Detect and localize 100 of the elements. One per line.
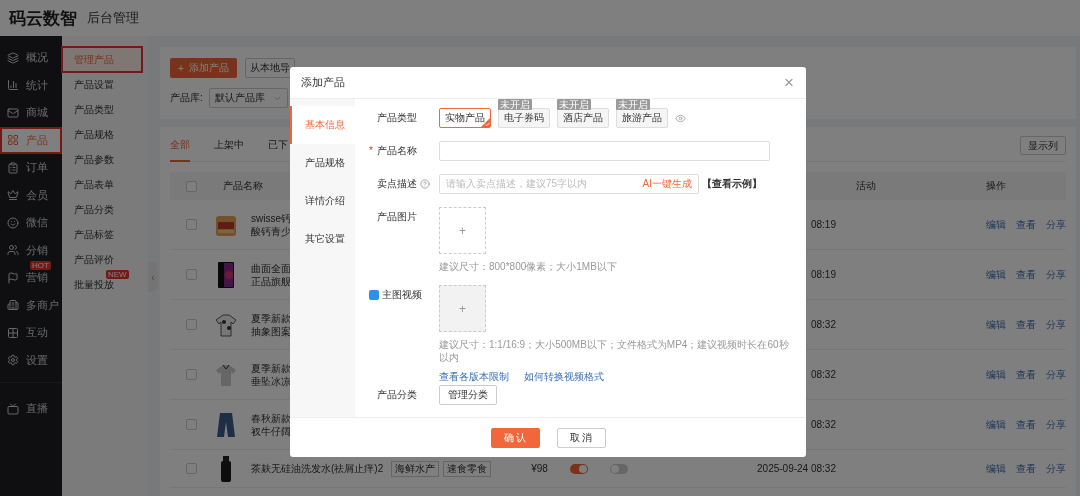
confirm-button[interactable]: 确 认 (490, 427, 540, 448)
library-select[interactable]: 默认产品库 (208, 88, 288, 108)
action-link[interactable]: 编辑 (986, 461, 1006, 476)
eye-icon[interactable] (675, 113, 686, 124)
subnav-label: 批量投放 (74, 277, 114, 292)
section-tab[interactable]: 产品规格 (290, 144, 355, 182)
action-link[interactable]: 编辑 (986, 267, 1006, 282)
image-upload[interactable]: + (439, 207, 486, 254)
ai-generate-button[interactable]: AI一键生成 (642, 177, 692, 191)
columns-button[interactable]: 显示列 (1020, 136, 1066, 155)
type-option[interactable]: 酒店产品 (557, 108, 609, 128)
manage-category-button[interactable]: 管理分类 (439, 385, 497, 405)
help-icon[interactable] (420, 179, 430, 189)
brand-title: 码云数智 (9, 7, 77, 30)
subnav-item[interactable]: 管理产品 (62, 47, 142, 72)
example-link[interactable]: 【查看示例】 (702, 174, 762, 194)
nav-item[interactable]: HOT 营销 (0, 264, 62, 292)
section-tab[interactable]: 详情介绍 (290, 182, 355, 220)
action-link[interactable]: 查看 (1016, 217, 1036, 232)
settings-icon (7, 354, 19, 367)
action-link[interactable]: 编辑 (986, 317, 1006, 332)
building-icon (7, 299, 19, 312)
action-link[interactable]: 分享 (1046, 417, 1066, 432)
type-option[interactable]: 旅游产品 (616, 108, 668, 128)
nav-label: 会员 (26, 187, 48, 203)
nav-item[interactable]: 多商户 (0, 291, 62, 319)
nav-label: 设置 (26, 352, 48, 368)
nav-item[interactable]: 统计 (0, 71, 62, 99)
nav-item[interactable]: 会员 (0, 181, 62, 209)
subnav-item[interactable]: 产品设置 (62, 72, 142, 97)
nav-item[interactable]: 概况 (0, 44, 62, 72)
tab[interactable]: 已下 (268, 129, 288, 162)
checkbox[interactable] (186, 219, 197, 230)
nav-label: 多商户 (26, 297, 59, 313)
product-name: 春秋新款 衩牛仔阔 (251, 411, 291, 438)
action-link[interactable]: 编辑 (986, 367, 1006, 382)
checkbox[interactable] (186, 319, 197, 330)
action-link[interactable]: 查看 (1016, 461, 1036, 476)
field-label: 产品名称 (377, 144, 418, 158)
checkbox[interactable] (186, 419, 197, 430)
product-tag: 速食零食 (443, 460, 492, 477)
action-link[interactable]: 分享 (1046, 461, 1066, 476)
type-option[interactable]: 实物产品 (439, 108, 491, 128)
subnav-item[interactable]: 产品规格 (62, 122, 142, 147)
nav-item[interactable]: 产品 (0, 126, 62, 154)
action-link[interactable]: 分享 (1046, 367, 1066, 382)
action-link[interactable]: 查看 (1016, 317, 1036, 332)
time: 08:32 (810, 369, 836, 380)
video-upload[interactable]: + (439, 285, 486, 332)
input-field[interactable] (439, 141, 770, 161)
section-tab[interactable]: 基本信息 (290, 106, 355, 144)
tab[interactable]: 上架中 (214, 129, 244, 162)
field-label: 卖点描述 (377, 177, 417, 191)
action-link[interactable]: 分享 (1046, 217, 1066, 232)
nav-item[interactable]: 分销 (0, 236, 62, 264)
action-link[interactable]: 编辑 (986, 217, 1006, 232)
subnav-item[interactable]: 产品参数 (62, 147, 142, 172)
action-link[interactable]: 编辑 (986, 417, 1006, 432)
tab[interactable]: 全部 (170, 129, 190, 162)
nav-item[interactable]: 设置 (0, 346, 62, 374)
section-tab[interactable]: 其它设置 (290, 220, 355, 258)
nav-item[interactable]: 直播 (0, 395, 62, 423)
action-link[interactable]: 查看 (1016, 417, 1036, 432)
subnav-item[interactable]: 产品标签 (62, 222, 142, 247)
help-link[interactable]: 查看各版本限制 (439, 370, 509, 384)
column-header: 活动 (856, 179, 876, 193)
type-option[interactable]: 电子券码 (498, 108, 550, 128)
status-badge: 未开启 (498, 99, 532, 110)
nav-item[interactable]: 微信 (0, 209, 62, 237)
toggle-switch[interactable] (569, 463, 588, 474)
import-button[interactable]: 从本地导 (244, 58, 295, 78)
subnav-item[interactable]: 产品类型 (62, 97, 142, 122)
subnav-item[interactable]: NEW 批量投放 (62, 272, 142, 297)
subnav-label: 产品分类 (74, 202, 114, 217)
checkbox[interactable] (186, 369, 197, 380)
action-link[interactable]: 查看 (1016, 367, 1036, 382)
users-icon (7, 244, 19, 257)
action-link[interactable]: 分享 (1046, 317, 1066, 332)
action-link[interactable]: 查看 (1016, 267, 1036, 282)
collapse-handle[interactable]: ‹ (148, 262, 158, 292)
checkbox[interactable] (186, 463, 197, 474)
toggle-switch[interactable] (609, 463, 628, 474)
subnav-item[interactable]: 产品分类 (62, 197, 142, 222)
checkbox[interactable] (186, 180, 197, 192)
checkbox[interactable] (186, 269, 197, 280)
subnav-item[interactable]: 产品评价 (62, 247, 142, 272)
nav-item[interactable]: 互动 (0, 319, 62, 347)
close-button[interactable]: × (784, 74, 794, 91)
subnav-item[interactable]: 产品表单 (62, 172, 142, 197)
nav-item[interactable]: 订单 (0, 154, 62, 182)
cancel-button[interactable]: 取 消 (556, 427, 606, 448)
nav-label: 营销 (26, 270, 48, 286)
add-product-button[interactable]: + 添加产品 (170, 58, 237, 78)
subnav-label: 产品类型 (74, 102, 114, 117)
nav-item[interactable]: 商城 (0, 99, 62, 127)
input-field[interactable]: 请输入卖点描述，建议75字以内 AI一键生成 (439, 174, 699, 194)
header-subtitle: 后台管理 (87, 9, 139, 27)
price: ¥98 (531, 463, 548, 474)
action-link[interactable]: 分享 (1046, 267, 1066, 282)
help-link[interactable]: 如何转换视频格式 (524, 370, 604, 384)
